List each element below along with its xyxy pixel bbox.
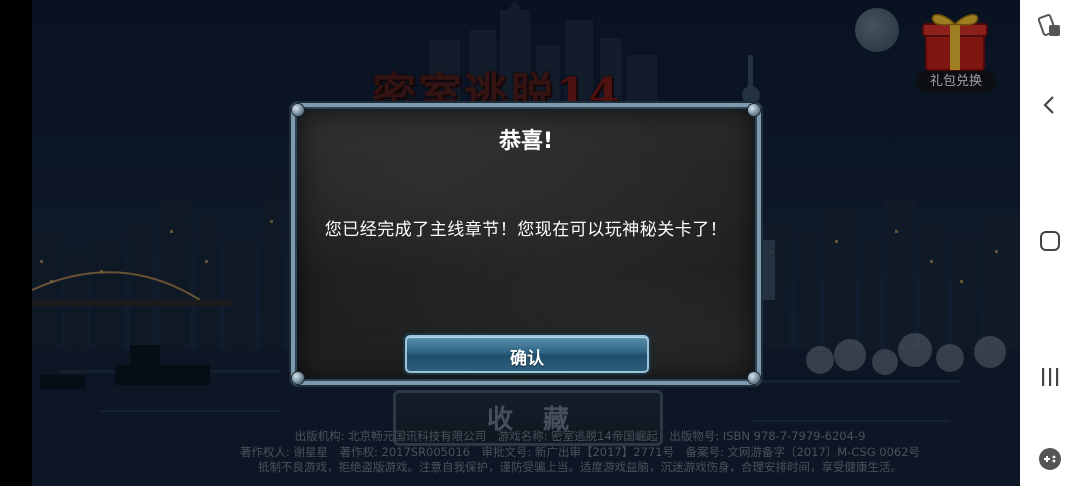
- dialog-message: 您已经完成了主线章节！您现在可以玩神秘关卡了！: [324, 220, 728, 240]
- rivet-bottom-left: [292, 372, 304, 384]
- back-button[interactable]: [1032, 87, 1068, 123]
- back-icon: [1043, 96, 1054, 114]
- rivet-top-right: [748, 104, 760, 116]
- confirm-button[interactable]: 确认: [405, 335, 649, 373]
- recent-apps-button[interactable]: [1032, 359, 1068, 395]
- home-button[interactable]: [1032, 223, 1068, 259]
- recent-apps-icon: [1042, 368, 1059, 386]
- home-icon: [1040, 231, 1060, 251]
- screen-rotate-button[interactable]: [1032, 8, 1068, 44]
- dialog-title: 恭喜!: [498, 129, 554, 154]
- game-tools-icon: [1039, 448, 1061, 470]
- screen-rotate-icon: [1037, 14, 1060, 36]
- android-navigation-bar: [1020, 0, 1080, 486]
- rivet-top-left: [292, 104, 304, 116]
- congratulations-dialog: 恭喜! 您已经完成了主线章节！您现在可以玩神秘关卡了！ 确认: [291, 103, 761, 385]
- game-tools-button[interactable]: [1032, 441, 1068, 477]
- confirm-label: 确认: [510, 349, 544, 369]
- game-screen: 密室逃脱14 礼包兑换 收藏 出版机构: 北京畅元国讯科技有限公司 游戏名称: …: [0, 0, 1020, 486]
- rivet-bottom-right: [748, 372, 760, 384]
